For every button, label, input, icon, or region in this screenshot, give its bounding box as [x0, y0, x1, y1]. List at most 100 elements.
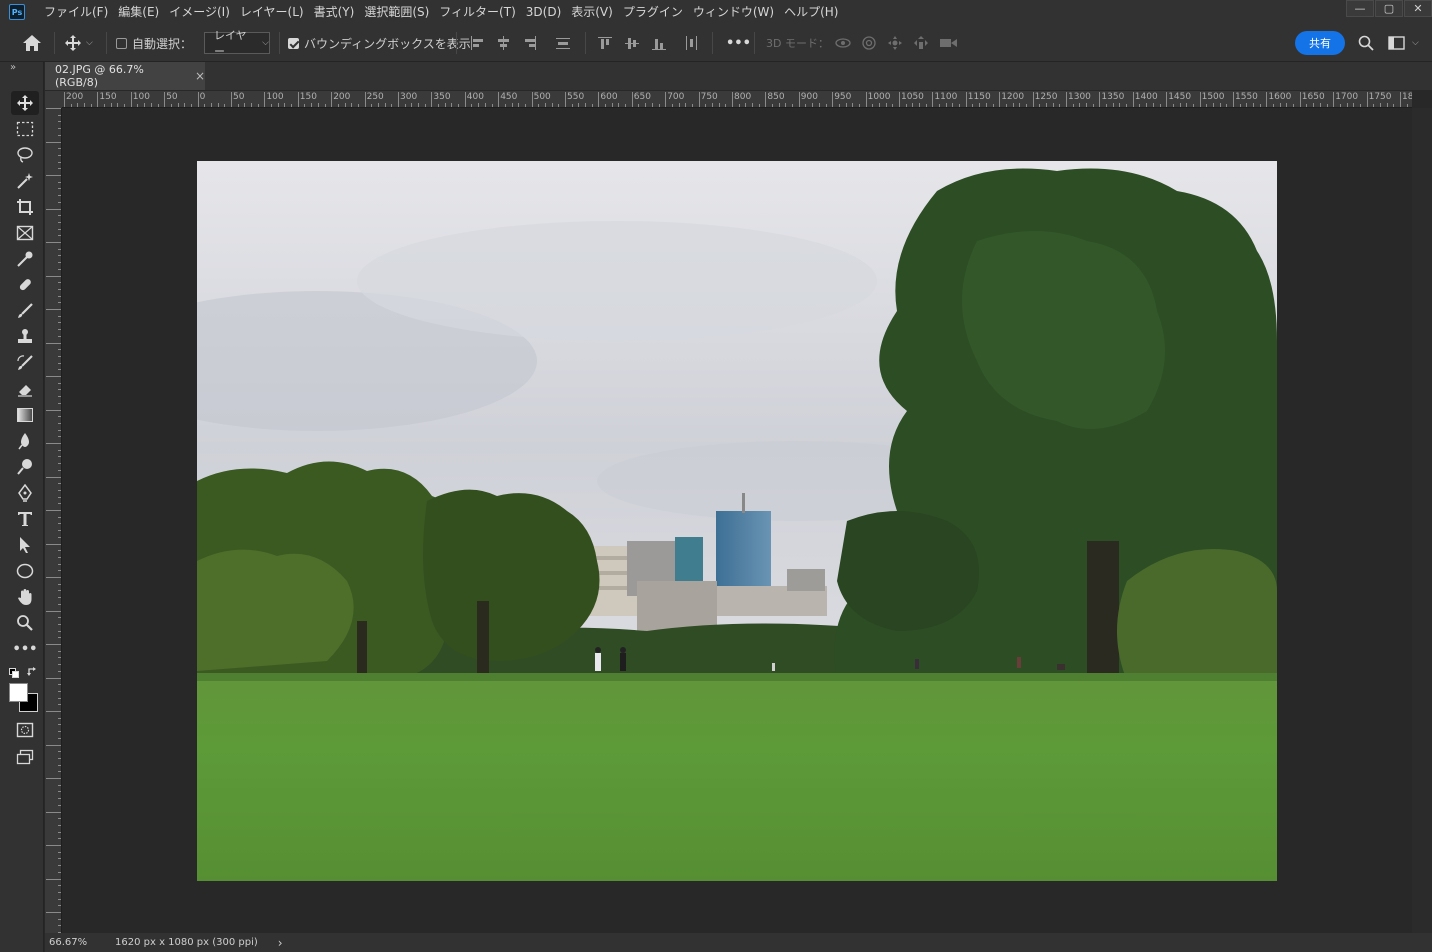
- align-middle-icon[interactable]: [625, 36, 641, 50]
- magic-wand-tool[interactable]: [11, 169, 39, 193]
- ruler-tick: [58, 402, 61, 404]
- zoom-level[interactable]: 66.67%: [49, 937, 107, 948]
- ruler-minor-tick: [1239, 104, 1241, 107]
- foreground-color-swatch[interactable]: [9, 683, 28, 702]
- eyedropper-tool[interactable]: [11, 247, 39, 271]
- ruler-minor-tick: [1112, 103, 1114, 107]
- status-menu-icon[interactable]: ›: [278, 936, 283, 950]
- ruler-label: 1000: [867, 92, 891, 102]
- path-selection-tool[interactable]: [11, 533, 39, 557]
- pen-tool[interactable]: [11, 481, 39, 505]
- horizontal-ruler[interactable]: 200 150 100 50 0 50 100 150 200 250 300 350 400 450 50…: [62, 91, 1412, 108]
- 3d-camera-icon[interactable]: [939, 35, 958, 51]
- eraser-tool[interactable]: [11, 377, 39, 401]
- marquee-tool[interactable]: [11, 117, 39, 141]
- move-tool[interactable]: [11, 91, 39, 115]
- healing-brush-tool[interactable]: [11, 273, 39, 297]
- move-tool-preset[interactable]: ⌵: [64, 24, 93, 62]
- ruler-tick: [46, 912, 61, 913]
- ruler-tick: [58, 664, 61, 666]
- stamp-tool[interactable]: [11, 325, 39, 349]
- search-button[interactable]: [1358, 24, 1374, 62]
- menu-select[interactable]: 選択範囲(S): [359, 0, 434, 24]
- align-bottom-icon[interactable]: [652, 36, 668, 50]
- align-top-icon[interactable]: [598, 36, 614, 50]
- history-brush-tool[interactable]: [11, 351, 39, 375]
- vertical-scrollbar[interactable]: [1412, 108, 1432, 933]
- restore-button[interactable]: ▢: [1375, 0, 1403, 17]
- ruler-minor-tick: [1079, 103, 1081, 107]
- document-image[interactable]: [197, 161, 1277, 881]
- 3d-slide-icon[interactable]: [913, 35, 930, 51]
- layer-select-dropdown[interactable]: レイヤー ⌵: [204, 29, 270, 58]
- more-options-button[interactable]: •••: [726, 24, 751, 62]
- workspace-button[interactable]: ⌵: [1388, 24, 1419, 62]
- menu-type[interactable]: 書式(Y): [309, 0, 360, 24]
- crop-tool[interactable]: [11, 195, 39, 219]
- ruler-tick: [46, 175, 61, 176]
- menu-image[interactable]: イメージ(I): [164, 0, 235, 24]
- ruler-minor-tick: [1219, 103, 1221, 107]
- bounding-box-check[interactable]: [288, 37, 299, 49]
- default-colors-icon[interactable]: [9, 667, 19, 681]
- menu-filter[interactable]: フィルター(T): [434, 0, 520, 24]
- menu-view[interactable]: 表示(V): [566, 0, 618, 24]
- gradient-tool[interactable]: [11, 403, 39, 427]
- ellipse-tool[interactable]: [11, 559, 39, 583]
- 3d-pan-icon[interactable]: [887, 35, 904, 51]
- auto-select-label: 自動選択：: [132, 36, 193, 51]
- align-left-icon[interactable]: [470, 36, 486, 50]
- menu-window[interactable]: ウィンドウ(W): [688, 0, 779, 24]
- home-button[interactable]: [22, 24, 42, 62]
- options-bar: ⌵ 自動選択： レイヤー ⌵ バウンディングボックスを表示 ••• 3D モード…: [0, 24, 1432, 62]
- ruler-tick: [58, 456, 61, 458]
- dodge-tool[interactable]: [11, 455, 39, 479]
- ruler-minor-tick: [718, 103, 720, 107]
- type-tool[interactable]: [11, 507, 39, 531]
- screen-mode-button[interactable]: [11, 745, 39, 769]
- ruler-minor-tick: [738, 104, 740, 107]
- distribute-horizontal-icon[interactable]: [684, 36, 700, 50]
- ruler-minor-tick: [1172, 104, 1174, 107]
- align-right-icon[interactable]: [522, 36, 538, 50]
- close-window-button[interactable]: ✕: [1404, 0, 1432, 17]
- ruler-tick: [58, 530, 61, 532]
- 3d-roll-icon[interactable]: [861, 35, 878, 51]
- hand-tool[interactable]: [11, 585, 39, 609]
- close-icon[interactable]: ×: [195, 69, 205, 83]
- ruler-label: 1300: [1068, 92, 1091, 102]
- vertical-ruler[interactable]: [45, 108, 62, 933]
- auto-select-check[interactable]: [116, 37, 127, 49]
- ruler-tick: [58, 851, 61, 853]
- ruler-tick: [58, 282, 61, 284]
- menu-plugins[interactable]: プラグイン: [618, 0, 688, 24]
- quick-mask-button[interactable]: [11, 718, 39, 742]
- menu-help[interactable]: ヘルプ(H): [779, 0, 843, 24]
- blur-tool[interactable]: [11, 429, 39, 453]
- more-tools-icon[interactable]: •••: [11, 637, 39, 661]
- minimize-button[interactable]: —: [1346, 0, 1374, 17]
- document-tab[interactable]: 02.JPG @ 66.7% (RGB/8) ×: [45, 62, 205, 90]
- menu-3d[interactable]: 3D(D): [521, 0, 566, 24]
- distribute-vertical-icon[interactable]: [555, 36, 571, 50]
- ruler-minor-tick: [1339, 104, 1341, 107]
- collapse-panel-icon[interactable]: »: [10, 62, 16, 73]
- document-info[interactable]: 1620 px x 1080 px (300 ppi): [115, 937, 258, 948]
- 3d-orbit-icon[interactable]: [835, 35, 852, 51]
- ruler-minor-tick: [711, 103, 713, 107]
- frame-tool[interactable]: [11, 221, 39, 245]
- menu-edit[interactable]: 編集(E): [113, 0, 164, 24]
- brush-tool[interactable]: [11, 299, 39, 323]
- lasso-tool[interactable]: [11, 143, 39, 167]
- menu-file[interactable]: ファイル(F): [39, 0, 113, 24]
- bounding-box-checkbox[interactable]: バウンディングボックスを表示: [288, 24, 471, 62]
- align-center-h-icon[interactable]: [496, 36, 512, 50]
- auto-select-checkbox[interactable]: 自動選択：: [116, 24, 192, 62]
- swap-colors-icon[interactable]: [27, 666, 38, 680]
- ruler-minor-tick: [825, 104, 827, 107]
- ruler-minor-tick: [985, 103, 987, 107]
- menu-layer[interactable]: レイヤー(L): [235, 0, 309, 24]
- zoom-tool[interactable]: [11, 611, 39, 635]
- ruler-origin[interactable]: [45, 91, 62, 108]
- share-button[interactable]: 共有: [1295, 31, 1345, 55]
